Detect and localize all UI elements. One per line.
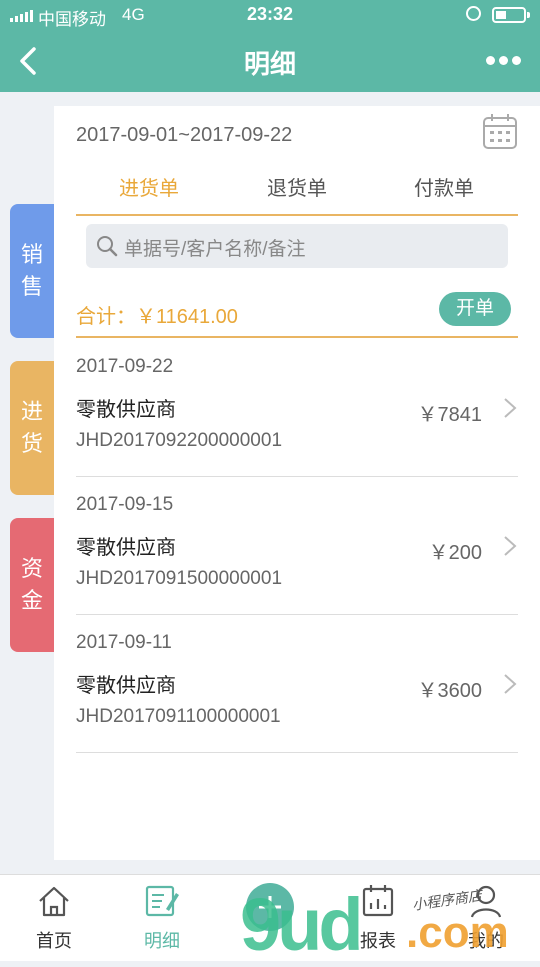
tabbar-home-label: 首页 — [36, 931, 72, 951]
more-dots-icon[interactable] — [486, 56, 521, 65]
side-tab-funds[interactable]: 资 金 — [10, 518, 54, 652]
main-panel: 2017-09-01~2017-09-22 进货单 退货单 付款单 单据号/客户… — [54, 106, 540, 860]
record-doc-number: JHD2017092200000001 — [76, 430, 283, 451]
side-tab-funds-char-1: 资 — [20, 556, 43, 581]
open-order-button[interactable]: 开单 — [439, 292, 511, 326]
search-input[interactable]: 单据号/客户名称/备注 — [86, 224, 508, 268]
home-icon — [39, 886, 69, 917]
record-date: 2017-09-22 — [76, 356, 174, 377]
report-icon — [362, 885, 394, 917]
battery-icon — [492, 7, 526, 23]
side-tab-sales-char-1: 销 — [20, 242, 43, 267]
tabbar-details-label: 明细 — [144, 931, 180, 951]
tab-payment-order[interactable]: 付款单 — [384, 172, 504, 201]
record-vendor: 零散供应商 — [76, 675, 176, 697]
record-date: 2017-09-11 — [76, 632, 172, 653]
record-date: 2017-09-15 — [76, 494, 174, 515]
side-tab-purchase[interactable]: 进 货 — [10, 361, 66, 495]
nav-bar: 明细 — [0, 30, 540, 92]
record-amount: ￥7841 — [417, 404, 483, 426]
doc-type-tabs: 进货单 退货单 付款单 — [76, 168, 518, 216]
side-tab-purchase-char-2: 货 — [20, 431, 43, 456]
tab-purchase-order[interactable]: 进货单 — [89, 172, 209, 201]
battery-tip — [527, 12, 530, 18]
record-doc-number: JHD2017091100000001 — [76, 706, 281, 727]
chevron-right-icon — [504, 536, 517, 556]
total-label: 合计： — [76, 306, 136, 328]
chevron-right-icon — [504, 674, 517, 694]
watermark-domain: .com — [406, 908, 509, 957]
tab-return-order[interactable]: 退货单 — [237, 172, 357, 201]
total-value: ￥11641.00 — [136, 306, 238, 328]
side-tab-funds-char-2: 金 — [20, 588, 43, 613]
record-amount: ￥200 — [428, 542, 482, 564]
total-amount: 合计：￥11641.00 — [76, 300, 238, 329]
search-placeholder: 单据号/客户名称/备注 — [124, 239, 306, 260]
date-range[interactable]: 2017-09-01~2017-09-22 — [76, 124, 292, 147]
watermark-logo: 9ud — [240, 883, 364, 966]
side-tab-sales[interactable]: 销 售 — [10, 204, 54, 338]
page-title: 明细 — [243, 49, 296, 79]
chevron-right-icon — [504, 398, 517, 418]
calendar-icon[interactable] — [482, 112, 518, 150]
edit-list-icon — [145, 885, 179, 917]
record-row[interactable]: 2017-09-11 零散供应商 JHD2017091100000001 ￥36… — [76, 614, 518, 753]
status-bar: 中国移动 4G 23:32 — [0, 0, 540, 30]
side-tab-sales-char-2: 售 — [20, 274, 43, 299]
side-tab-purchase-char-1: 进 — [20, 399, 43, 424]
record-vendor: 零散供应商 — [76, 399, 176, 421]
status-time: 23:32 — [246, 4, 294, 24]
search-icon — [97, 236, 118, 257]
record-row[interactable]: 2017-09-22 零散供应商 JHD2017092200000001 ￥78… — [76, 338, 518, 477]
rotation-lock-icon — [466, 6, 481, 21]
tab-underline — [76, 214, 518, 216]
record-doc-number: JHD2017091500000001 — [76, 568, 283, 589]
record-amount: ￥3600 — [417, 680, 483, 702]
record-row[interactable]: 2017-09-15 零散供应商 JHD2017091500000001 ￥20… — [76, 476, 518, 615]
record-vendor: 零散供应商 — [76, 537, 176, 559]
